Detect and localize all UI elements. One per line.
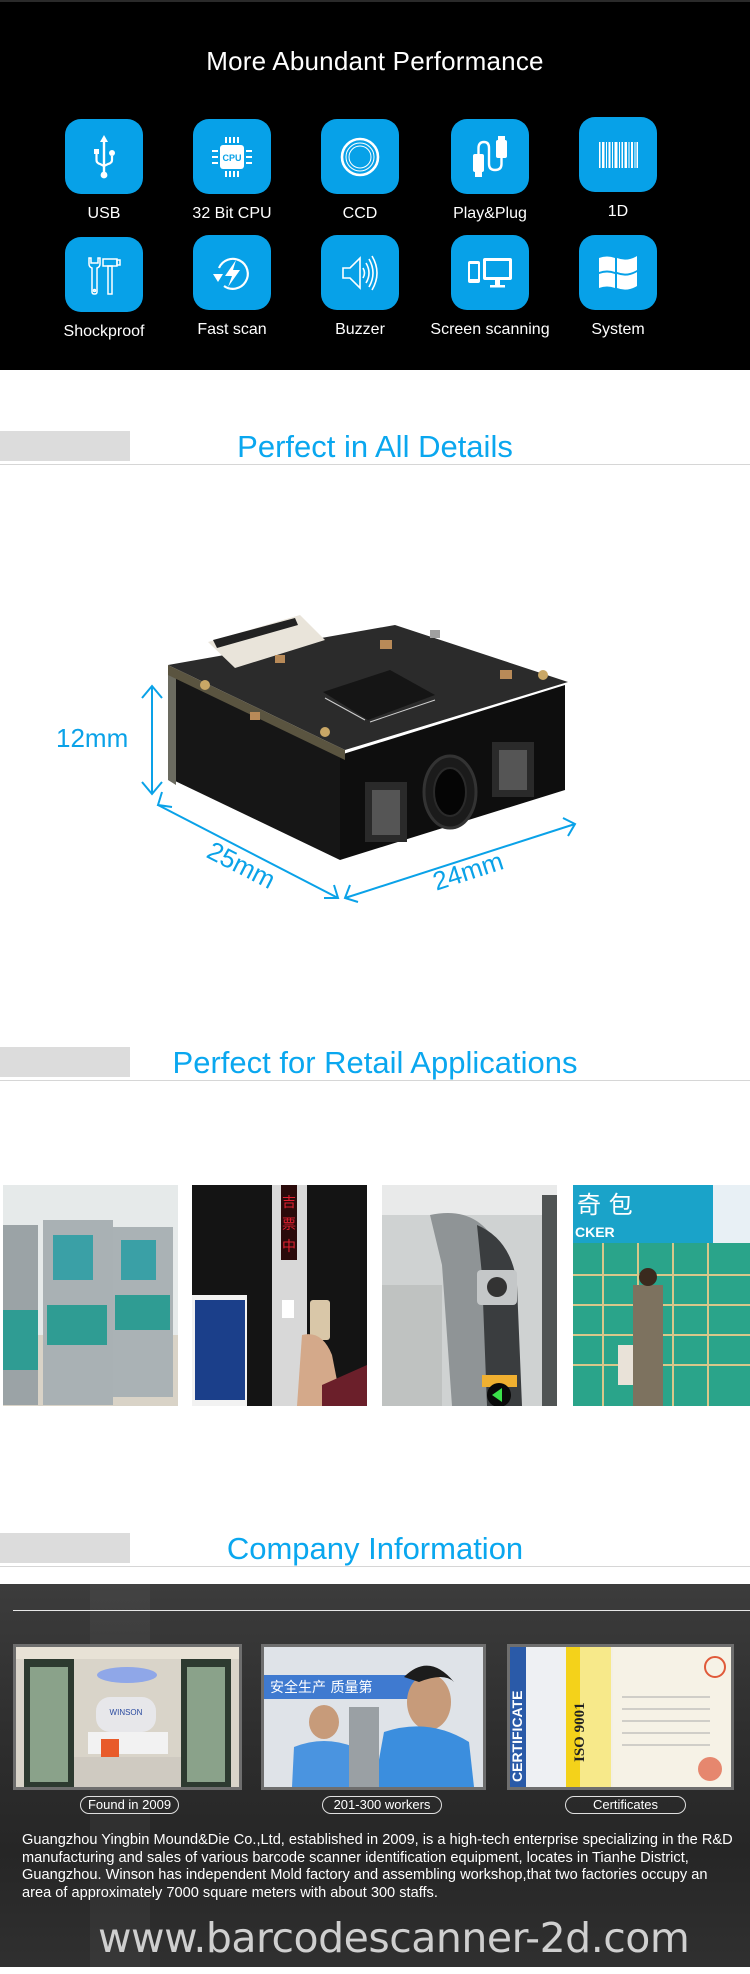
performance-title: More Abundant Performance	[206, 46, 544, 76]
scan-engine-product-image: 12mm 25mm 24mm	[0, 600, 750, 920]
speaker-icon	[321, 235, 399, 310]
company-header: Company Information	[0, 1531, 750, 1571]
highlight-founded: Found in 2009	[80, 1796, 179, 1814]
phone-monitor-icon	[451, 235, 529, 310]
svg-text:ISO 9001: ISO 9001	[572, 1702, 588, 1762]
svg-text:中: 中	[282, 1239, 296, 1255]
company-photo-office: WINSON	[13, 1644, 242, 1790]
svg-text:奇 包: 奇 包	[577, 1191, 633, 1219]
certificate-text: CERTIFICATE	[510, 1690, 525, 1782]
divider	[0, 1566, 750, 1567]
svg-text:吉: 吉	[282, 1195, 296, 1211]
svg-text:安全生产 质量第: 安全生产 质量第	[270, 1679, 372, 1696]
scan-engine-illustration	[141, 615, 577, 903]
website-url[interactable]: www.barcodescanner-2d.com	[98, 1914, 690, 1962]
feature-fast-scan: Fast scan	[167, 235, 297, 339]
performance-section: More Abundant Performance USB CPU 32 Bit…	[0, 0, 750, 370]
feature-buzzer: Buzzer	[295, 235, 425, 339]
retail-photo-kiosks	[3, 1185, 178, 1406]
feature-label: USB	[87, 205, 121, 222]
company-divider	[13, 1610, 750, 1611]
feature-label: Fast scan	[197, 321, 267, 338]
company-section: WINSON 安全生产 质量第 CERTIFICATE ISO 9001 Fou…	[0, 1584, 750, 1967]
feature-cpu: CPU 32 Bit CPU	[167, 119, 297, 223]
feature-label: Play&Plug	[453, 205, 527, 222]
retail-photo-locker: 奇 包 CKER	[573, 1185, 750, 1406]
svg-text:WINSON: WINSON	[110, 1708, 143, 1717]
dimension-height-label: 12mm	[56, 723, 129, 753]
svg-text:CPU: CPU	[222, 153, 241, 163]
feature-1d: 1D	[553, 117, 683, 221]
details-title: Perfect in All Details	[237, 429, 513, 464]
highlight-certificates: Certificates	[565, 1796, 686, 1814]
windows-icon	[579, 235, 657, 310]
feature-label: System	[591, 321, 645, 338]
wrench-hammer-icon	[65, 237, 143, 312]
feature-label: Buzzer	[335, 321, 385, 338]
details-header: Perfect in All Details	[0, 429, 750, 469]
retail-photo-turnstile	[382, 1185, 557, 1406]
feature-label: Shockproof	[63, 323, 145, 340]
divider	[0, 1080, 750, 1081]
feature-label: 32 Bit CPU	[192, 205, 272, 222]
cpu-icon: CPU	[193, 119, 271, 194]
feature-ccd: CCD	[295, 119, 425, 223]
lightning-refresh-icon	[193, 235, 271, 310]
plug-cable-icon	[451, 119, 529, 194]
company-title: Company Information	[226, 1531, 524, 1566]
company-photo-workers: 安全生产 质量第	[261, 1644, 486, 1790]
divider	[0, 464, 750, 465]
usb-icon	[65, 119, 143, 194]
company-description: Guangzhou Yingbin Mound&Die Co.,Ltd, est…	[22, 1832, 733, 1901]
feature-label: Screen scanning	[430, 321, 550, 338]
retail-title: Perfect for Retail Applications	[172, 1045, 578, 1080]
feature-plug: Play&Plug	[425, 119, 555, 223]
feature-label: 1D	[607, 203, 629, 220]
feature-screen-scanning: Screen scanning	[425, 235, 555, 339]
svg-text:CKER: CKER	[575, 1224, 615, 1240]
feature-system: System	[553, 235, 683, 339]
highlight-workers: 201-300 workers	[322, 1796, 442, 1814]
ccd-lens-icon	[321, 119, 399, 194]
feature-usb: USB	[39, 119, 169, 223]
barcode-icon	[579, 117, 657, 192]
company-photo-certificates: CERTIFICATE ISO 9001	[507, 1644, 734, 1790]
retail-header: Perfect for Retail Applications	[0, 1045, 750, 1085]
feature-label: CCD	[342, 205, 378, 222]
svg-text:票: 票	[282, 1217, 296, 1233]
retail-photo-ticket-gate: 吉 票 中	[192, 1185, 367, 1406]
feature-shockproof: Shockproof	[39, 237, 169, 341]
